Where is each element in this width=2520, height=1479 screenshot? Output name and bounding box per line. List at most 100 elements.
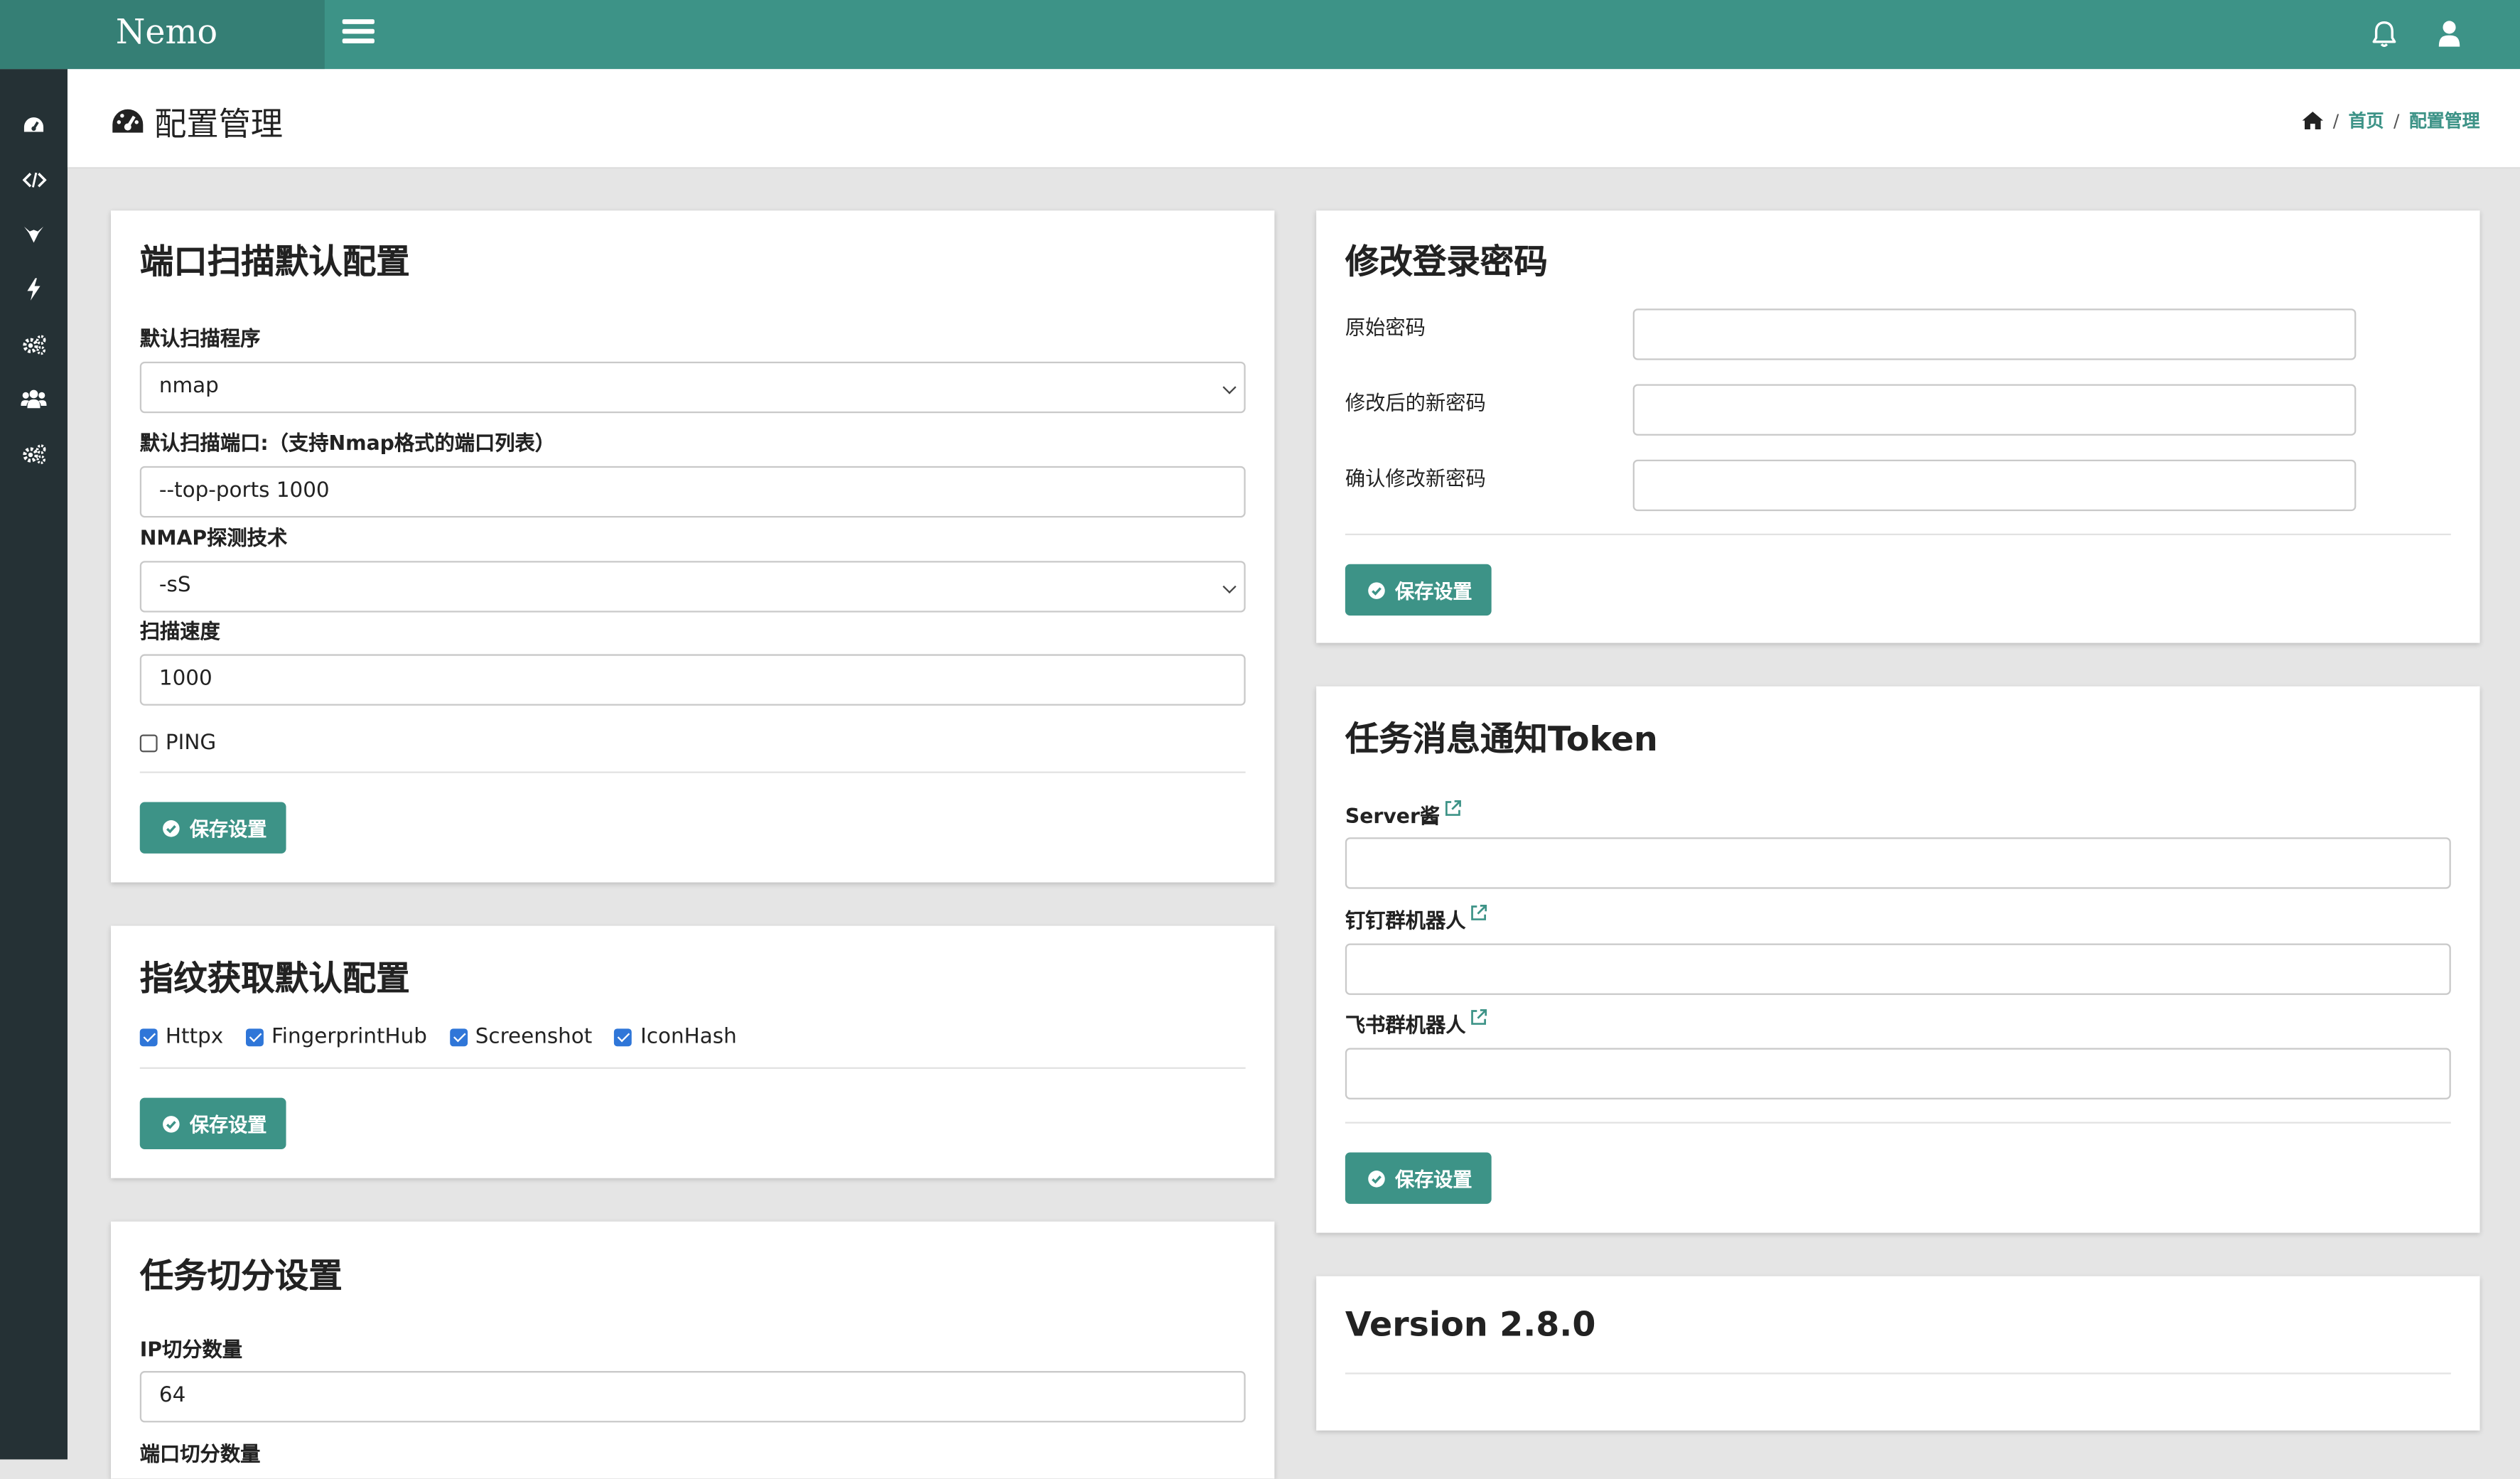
password-save-button[interactable]: 保存设置 [1345,564,1492,616]
dingtalk-label: 钉钉群机器人 [1345,908,1466,932]
menu-toggle-icon[interactable] [342,19,375,48]
httpx-checkbox[interactable] [139,1028,158,1047]
nmap-tech-select[interactable]: -sS [139,561,1246,613]
check-circle-icon [163,1115,180,1132]
httpx-option[interactable]: Httpx [139,1025,224,1050]
scan-program-select[interactable]: nmap [139,361,1246,414]
sidebar-item-users[interactable] [0,371,68,426]
save-button-label: 保存设置 [189,1113,267,1136]
screenshot-option[interactable]: Screenshot [449,1025,593,1050]
sidebar-item-dashboard[interactable] [0,98,68,153]
scan-speed-label: 扫描速度 [139,618,220,643]
code-icon [21,172,46,188]
bolt-icon [27,278,41,301]
cogs-icon [22,334,45,355]
save-button-label: 保存设置 [1394,1167,1472,1190]
dashboard-icon [112,109,144,133]
users-icon [21,389,47,409]
iconhash-option[interactable]: IconHash [614,1025,737,1050]
scan-port-value: --top-ports 1000 [158,478,330,503]
check-circle-icon [1368,581,1385,598]
scan-speed-input[interactable]: 1000 [139,654,1246,706]
bell-icon[interactable] [2371,19,2398,56]
fingerprinthub-checkbox[interactable] [245,1028,264,1047]
server-chan-label-row: Server酱 [1345,799,1463,829]
ip-split-label: IP切分数量 [139,1337,243,1362]
task-split-title: 任务切分设置 [139,1257,343,1296]
password-card: 修改登录密码 原始密码 修改后的新密码 确认修改新密码 保存设置 [1316,210,2480,643]
page-header: 配置管理 / 首页 / 配置管理 [67,69,2520,169]
notify-save-button[interactable]: 保存设置 [1345,1152,1492,1204]
sidebar-item-config[interactable] [0,426,68,480]
breadcrumb-separator: / [2332,109,2339,131]
task-split-card: 任务切分设置 IP切分数量 64 端口切分数量 [111,1221,1275,1479]
ip-split-input[interactable]: 64 [139,1371,1246,1423]
top-navbar: Nemo [0,0,2520,70]
sidebar-item-fox[interactable] [0,208,68,262]
fingerprinthub-label: FingerprintHub [271,1025,427,1050]
breadcrumb-home-link[interactable]: 首页 [2349,108,2384,134]
ping-checkbox[interactable] [139,734,158,753]
dashboard-icon [23,117,44,132]
breadcrumb-separator: / [2394,109,2400,131]
old-password-input[interactable] [1632,308,2357,360]
sidebar [0,69,68,1460]
httpx-label: Httpx [165,1025,224,1050]
fingerprint-options: Httpx FingerprintHub Screenshot IconHash [139,1025,760,1050]
nmap-tech-value: -sS [158,574,191,598]
password-title: 修改登录密码 [1345,242,1548,281]
ip-split-value: 64 [158,1384,186,1409]
fox-icon [23,226,44,243]
brand-logo[interactable]: Nemo [0,0,325,70]
screenshot-label: Screenshot [475,1025,593,1050]
version-text: Version 2.8.0 [1345,1305,1596,1344]
save-button-label: 保存设置 [1394,579,1472,602]
fingerprint-save-button[interactable]: 保存设置 [139,1097,286,1149]
port-split-label: 端口切分数量 [139,1441,261,1466]
scan-port-input[interactable]: --top-ports 1000 [139,466,1246,518]
sidebar-item-settings[interactable] [0,317,68,372]
breadcrumb-current[interactable]: 配置管理 [2409,108,2480,134]
save-button-label: 保存设置 [189,817,267,840]
breadcrumb: / 首页 / 配置管理 [2300,108,2479,134]
fingerprinthub-option[interactable]: FingerprintHub [245,1025,427,1050]
notify-card: 任务消息通知Token Server酱 钉钉群机器人 飞书群机器人 保存设置 [1316,686,2480,1233]
server-chan-input[interactable] [1345,837,2451,889]
feishu-input[interactable] [1345,1048,2451,1099]
ping-checkbox-item[interactable]: PING [139,731,216,755]
ping-option: PING [139,731,239,755]
check-circle-icon [163,819,180,837]
port-scan-card: 端口扫描默认配置 默认扫描程序 nmap 默认扫描端口:（支持Nmap格式的端口… [111,210,1275,883]
server-chan-label: Server酱 [1345,803,1441,828]
port-scan-save-button[interactable]: 保存设置 [139,802,286,854]
cogs-icon [22,443,45,463]
version-card: Version 2.8.0 [1316,1276,2480,1431]
dingtalk-input[interactable] [1345,943,2451,995]
sidebar-item-bolt[interactable] [0,262,68,317]
divider [139,771,1246,773]
screenshot-checkbox[interactable] [449,1028,468,1047]
external-link-icon[interactable] [1469,903,1488,923]
home-icon[interactable] [2300,111,2323,130]
iconhash-checkbox[interactable] [614,1028,632,1047]
divider [1345,1122,2451,1124]
scan-speed-value: 1000 [158,667,212,692]
feishu-label: 飞书群机器人 [1345,1012,1466,1037]
confirm-password-input[interactable] [1632,459,2357,512]
feishu-label-row: 飞书群机器人 [1345,1008,1488,1038]
check-circle-icon [1368,1169,1385,1187]
scan-program-value: nmap [158,374,219,399]
sidebar-item-code[interactable] [0,153,68,208]
external-link-icon[interactable] [1443,799,1463,818]
page-title: 配置管理 [111,98,283,145]
scan-port-label: 默认扫描端口:（支持Nmap格式的端口列表） [139,431,556,456]
divider [1345,1372,2451,1375]
fingerprint-card: 指纹获取默认配置 Httpx FingerprintHub Screenshot… [111,925,1275,1178]
iconhash-label: IconHash [640,1025,737,1050]
user-icon[interactable] [2438,19,2461,55]
divider [139,1067,1246,1069]
new-password-input[interactable] [1632,384,2357,436]
divider [1345,533,2451,536]
scan-program-label: 默认扫描程序 [139,326,261,351]
external-link-icon[interactable] [1469,1008,1488,1027]
